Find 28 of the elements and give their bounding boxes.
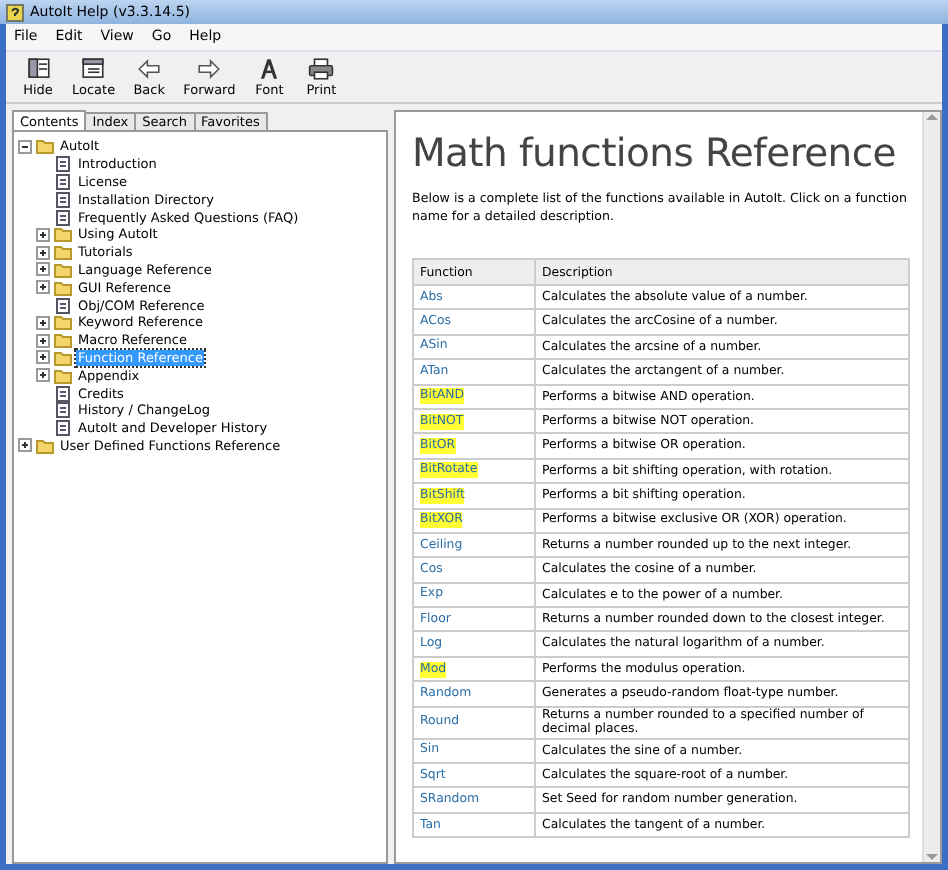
folder-icon bbox=[36, 138, 54, 155]
window-icon bbox=[80, 56, 107, 82]
expand-icon[interactable] bbox=[36, 315, 50, 330]
collapse-icon[interactable] bbox=[18, 139, 32, 154]
page-icon bbox=[54, 402, 72, 419]
expand-icon[interactable] bbox=[36, 262, 50, 277]
expand-icon[interactable] bbox=[36, 350, 50, 365]
folder-icon bbox=[36, 437, 54, 454]
pane-icon bbox=[25, 56, 51, 82]
left-arrow-icon bbox=[136, 56, 163, 82]
page-icon bbox=[54, 420, 72, 437]
expand-icon[interactable] bbox=[18, 438, 32, 453]
help-icon bbox=[6, 3, 24, 21]
expand-icon[interactable] bbox=[36, 368, 50, 383]
printer-icon bbox=[308, 56, 335, 82]
right-arrow-icon bbox=[196, 56, 223, 82]
expand-icon[interactable] bbox=[36, 227, 50, 242]
expand-icon[interactable] bbox=[36, 245, 50, 260]
page-icon bbox=[54, 297, 72, 314]
expand-icon[interactable] bbox=[36, 333, 50, 348]
letter-icon bbox=[256, 56, 283, 82]
page-icon bbox=[54, 209, 72, 226]
expand-icon[interactable] bbox=[36, 280, 50, 295]
page-icon bbox=[54, 173, 72, 190]
page-icon bbox=[54, 191, 72, 208]
page-icon bbox=[54, 385, 72, 402]
page-heading: Math functions Reference bbox=[412, 130, 898, 176]
page-icon bbox=[54, 156, 72, 173]
